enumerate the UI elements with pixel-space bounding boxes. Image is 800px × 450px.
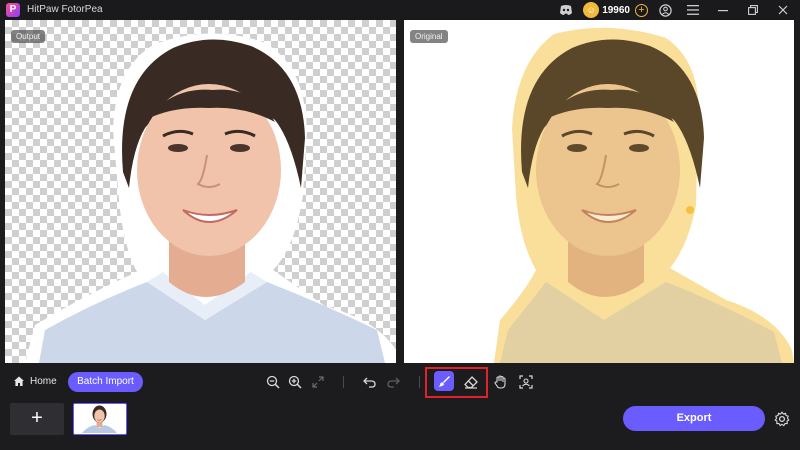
brush-tool-button[interactable]	[434, 371, 454, 391]
menu-icon[interactable]	[686, 3, 700, 17]
restore-icon[interactable]	[746, 3, 760, 17]
account-icon[interactable]	[658, 3, 672, 17]
undo-icon[interactable]	[361, 374, 377, 390]
add-image-button[interactable]: +	[10, 403, 64, 435]
credit-count: 19960	[602, 4, 630, 16]
app-logo: P	[6, 3, 20, 17]
home-button[interactable]: Home	[13, 375, 57, 387]
title-bar-actions: ☺ 19960 +	[549, 0, 800, 20]
zoom-in-icon[interactable]	[287, 374, 303, 390]
title-bar: P HitPaw FotorPea ☺ 19960 +	[0, 0, 800, 20]
redo-icon[interactable]	[385, 374, 401, 390]
fit-screen-icon[interactable]	[310, 374, 326, 390]
toolbar-divider	[343, 376, 344, 388]
add-credits-button[interactable]: +	[635, 3, 648, 17]
credits-display[interactable]: ☺ 19960 +	[583, 1, 648, 19]
settings-icon[interactable]	[774, 411, 790, 427]
export-button[interactable]: Export	[623, 406, 765, 431]
batch-import-button[interactable]: Batch Import	[68, 372, 143, 392]
edit-toolbar: Home Batch Import	[0, 363, 800, 401]
home-label: Home	[30, 375, 57, 387]
output-label: Output	[11, 30, 46, 43]
app-window: P HitPaw FotorPea ☺ 19960 + Output Origi…	[0, 0, 800, 450]
zoom-out-icon[interactable]	[265, 374, 281, 390]
app-title: HitPaw FotorPea	[27, 4, 103, 15]
eraser-icon[interactable]	[463, 374, 479, 390]
original-preview-panel[interactable]: Original	[404, 20, 794, 363]
image-thumbnail[interactable]	[73, 403, 127, 435]
output-subject-image	[25, 33, 396, 363]
thumbnail-image	[74, 404, 125, 433]
close-icon[interactable]	[776, 3, 790, 17]
hand-icon[interactable]	[492, 374, 508, 390]
discord-icon[interactable]	[559, 3, 573, 17]
original-label: Original	[410, 30, 448, 43]
toolbar-divider	[419, 376, 420, 388]
home-icon	[14, 376, 24, 386]
brush-icon	[438, 376, 450, 387]
original-image-with-selection	[404, 20, 794, 363]
coin-icon: ☺	[583, 2, 600, 18]
thumbnail-strip: + Export	[0, 401, 800, 450]
compare-icon[interactable]	[518, 374, 534, 390]
brush-cursor	[686, 206, 694, 214]
output-preview-panel[interactable]: Output	[5, 20, 396, 363]
minimize-icon[interactable]	[716, 3, 730, 17]
